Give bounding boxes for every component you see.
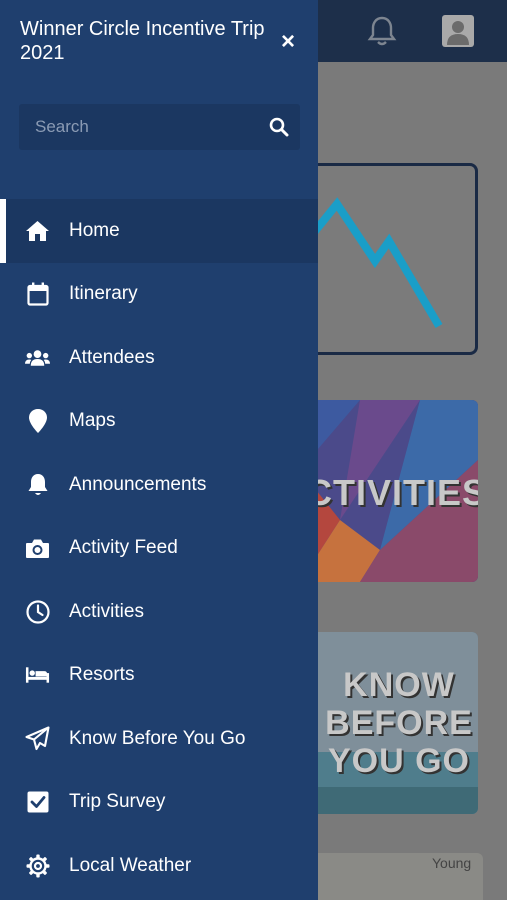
activities-card-title: CTIVITIES [306, 472, 478, 513]
menu-item-label: Resorts [69, 664, 135, 686]
search-bar [19, 104, 300, 150]
camera-icon [25, 536, 50, 561]
activities-card[interactable]: CTIVITIES [300, 400, 478, 582]
close-drawer-button[interactable]: × [276, 30, 300, 54]
bell-icon [25, 472, 50, 497]
menu-item-label: Announcements [69, 473, 207, 495]
clock-icon [25, 599, 50, 624]
know-before-card[interactable]: KNOW BEFORE YOU GO [300, 632, 478, 814]
users-icon [25, 345, 50, 370]
menu-item-label: Local Weather [69, 854, 192, 876]
menu-item-label: Maps [69, 410, 116, 432]
paper-plane-icon [25, 726, 50, 751]
know-before-card-title: KNOW BEFORE YOU GO [325, 666, 473, 780]
menu-item-know-before-you-go[interactable]: Know Before You Go [0, 707, 318, 771]
menu-item-local-weather[interactable]: Local Weather [0, 834, 318, 898]
navigation-drawer: Winner Circle Incentive Trip 2021 × Home [0, 0, 318, 900]
gear-icon [25, 853, 50, 878]
menu-item-label: Attendees [69, 346, 155, 368]
search-input[interactable] [35, 104, 265, 150]
menu-item-label: Trip Survey [69, 791, 166, 813]
menu-item-activities[interactable]: Activities [0, 580, 318, 644]
menu-item-label: Activity Feed [69, 537, 178, 559]
bed-icon [25, 663, 50, 688]
calendar-icon [25, 282, 50, 307]
menu-item-attendees[interactable]: Attendees [0, 326, 318, 390]
menu-item-maps[interactable]: Maps [0, 390, 318, 454]
menu-item-trip-survey[interactable]: Trip Survey [0, 771, 318, 835]
menu-item-announcements[interactable]: Announcements [0, 453, 318, 517]
notification-bell-icon[interactable] [366, 14, 398, 48]
drawer-title: Winner Circle Incentive Trip 2021 [20, 18, 265, 64]
menu-item-resorts[interactable]: Resorts [0, 644, 318, 708]
map-card[interactable]: Young [300, 853, 483, 900]
map-label: Young [432, 855, 472, 871]
menu-item-label: Activities [69, 600, 144, 622]
app-root: CTIVITIES KNOW BEFORE YOU GO Young Winne… [0, 0, 507, 900]
menu-item-activity-feed[interactable]: Activity Feed [0, 517, 318, 581]
menu-item-label: Itinerary [69, 283, 138, 305]
menu-item-label: Home [69, 219, 120, 241]
trip-logo-card[interactable] [300, 163, 478, 355]
checkbox-icon [25, 790, 50, 815]
profile-avatar-icon[interactable] [442, 15, 474, 47]
menu-item-home[interactable]: Home [0, 199, 318, 263]
map-pin-icon [25, 409, 50, 434]
mountain-logo-icon [303, 197, 443, 329]
home-icon [25, 218, 50, 243]
drawer-menu: Home Itinerary Attendees Maps Announceme… [0, 199, 318, 898]
menu-item-itinerary[interactable]: Itinerary [0, 263, 318, 327]
search-icon[interactable] [269, 117, 289, 137]
menu-item-label: Know Before You Go [69, 727, 246, 749]
